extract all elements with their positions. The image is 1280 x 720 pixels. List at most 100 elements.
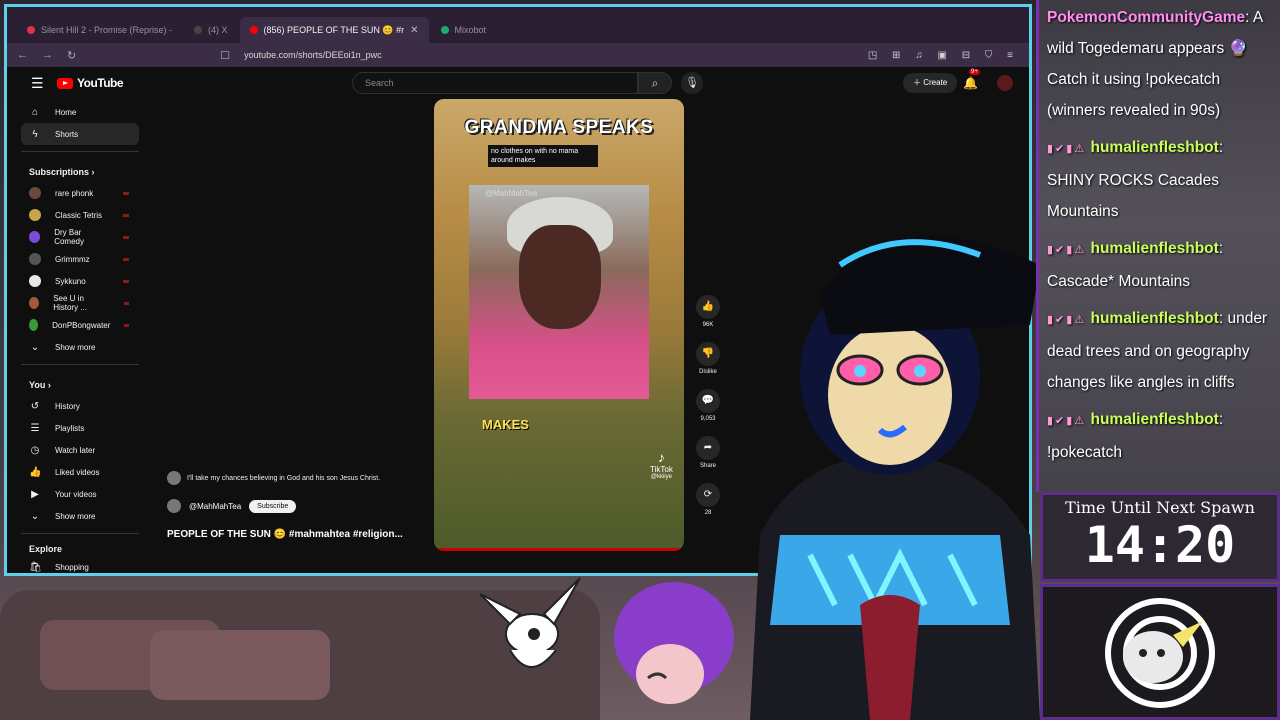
shorts-icon: ϟ xyxy=(32,128,38,140)
channel-name: Classic Tetris xyxy=(55,210,102,220)
video-inset-frame: @MahMahTea xyxy=(469,185,649,399)
youtube-sidebar: ⌂ Home ϟ Shorts Subscriptions › rare phonk… xyxy=(21,101,139,573)
channel-avatar xyxy=(29,253,41,265)
sidebar-item-history[interactable]: ↺ History xyxy=(21,395,139,417)
youtube-favicon-icon xyxy=(249,26,258,34)
sidebar-item-shorts[interactable]: ϟ Shorts xyxy=(21,123,139,145)
dislike-button[interactable]: 👎 Dislike xyxy=(693,342,723,375)
sidebar-item-home[interactable]: ⌂ Home xyxy=(21,101,139,123)
close-tab-icon[interactable]: ✕ xyxy=(410,25,418,36)
chat-message: ▮✔▮⚠ humalienfleshbot: Cascade* Mountain… xyxy=(1047,240,1224,290)
channel-avatar xyxy=(29,231,41,243)
menu-icon[interactable]: ☰ xyxy=(31,75,44,92)
sidebar-item-shopping[interactable]: 🛍 Shopping xyxy=(21,559,139,573)
channel-row: @MahMahTea Subscribe xyxy=(167,499,297,513)
extensions-icon[interactable]: ◳ ⊞ ♫ ▣ ⊟ ⛉ ≡ xyxy=(868,50,1019,61)
chat-message: PokemonCommunityGame: A wild Togedemaru … xyxy=(1047,9,1263,119)
subscriptions-heading[interactable]: Subscriptions › xyxy=(21,158,139,182)
comment-text: I'll take my chances believing in God an… xyxy=(187,474,381,482)
top-comment[interactable]: I'll take my chances believing in God an… xyxy=(167,471,380,485)
browser-tab[interactable]: (4) X xyxy=(184,17,238,43)
face-shape xyxy=(519,225,601,329)
dislike-icon: 👎 xyxy=(696,342,720,366)
sidebar-item-label: Your videos xyxy=(55,489,97,499)
live-indicator xyxy=(123,257,129,261)
channel-name: See U in History ... xyxy=(53,294,87,312)
sidebar-item-subscription[interactable]: Sykkuno xyxy=(21,270,139,292)
remix-button[interactable]: ⟳ 28 xyxy=(693,483,723,516)
chat-badges-icon: ▮✔▮⚠ xyxy=(1047,244,1087,256)
sidebar-item-label: Watch later xyxy=(55,445,96,455)
youtube-logo[interactable]: YouTube xyxy=(57,76,124,90)
bookmark-icon[interactable]: ☐ xyxy=(220,49,230,62)
remix-icon: ⟳ xyxy=(696,483,720,507)
dislike-label: Dislike xyxy=(699,369,717,375)
live-indicator xyxy=(123,279,129,283)
chat-badges-icon: ▮✔▮⚠ xyxy=(1047,314,1087,326)
share-icon: ➦ xyxy=(696,436,720,460)
channel-name: Sykkuno xyxy=(55,276,86,286)
account-avatar[interactable] xyxy=(997,75,1013,91)
comment-count: 9,053 xyxy=(700,416,716,422)
sidebar-item-playlists[interactable]: ☰ Playlists xyxy=(21,417,139,439)
subscribe-button[interactable]: Subscribe xyxy=(249,499,297,513)
tab-label: Mixobot xyxy=(454,25,487,35)
show-more-label: Show more xyxy=(55,342,96,352)
sidebar-item-label: Home xyxy=(55,107,77,117)
liked-videos-icon: 👍 xyxy=(29,466,42,478)
chat-username: humalienfleshbot xyxy=(1090,310,1219,327)
sidebar-item-subscription[interactable]: Grimmmz xyxy=(21,248,139,270)
video-title[interactable]: PEOPLE OF THE SUN 😊 #mahmahtea #religion… xyxy=(167,529,403,540)
pokemon-display xyxy=(1040,584,1280,720)
chat-username: humalienfleshbot xyxy=(1090,411,1219,428)
short-video-player[interactable]: GRANDMA SPEAKS no clothes on with no mam… xyxy=(434,99,684,551)
purple-hair-character xyxy=(614,582,734,704)
channel-avatar xyxy=(29,297,40,309)
remix-count: 28 xyxy=(704,510,712,516)
timer-value: 14:20 xyxy=(1084,516,1236,574)
sidebar-item-subscription[interactable]: DonPBongwater xyxy=(21,314,139,336)
tab-label: (4) X xyxy=(208,25,228,35)
notifications-bell-icon[interactable]: 🔔 xyxy=(963,76,978,90)
spawn-timer: Time Until Next Spawn 14:20 xyxy=(1040,492,1280,582)
youtube-masthead: ☰ YouTube Search ⌕ 🎙 ＋ Create 🔔 9+ xyxy=(7,67,1029,99)
channel-name: Grimmmz xyxy=(55,254,90,264)
sidebar-item-subscription[interactable]: Classic Tetris xyxy=(21,204,139,226)
sidebar-item-liked-videos[interactable]: 👍 Liked videos xyxy=(21,461,139,483)
show-more-button[interactable]: ⌄ Show more xyxy=(21,336,139,358)
share-button[interactable]: ➦ Share xyxy=(693,436,723,469)
url-field[interactable]: youtube.com/shorts/DEEoi1n_pwc xyxy=(244,50,854,60)
like-count: 96K xyxy=(702,322,714,328)
you-heading[interactable]: You › xyxy=(21,371,139,395)
comments-button[interactable]: 💬 9,053 xyxy=(693,389,723,422)
microphone-icon[interactable]: 🎙 xyxy=(681,72,703,94)
reload-icon[interactable]: ↻ xyxy=(67,49,76,62)
sidebar-item-label: History xyxy=(55,401,80,411)
timer-label: Time Until Next Spawn xyxy=(1065,498,1255,517)
create-button[interactable]: ＋ Create xyxy=(903,73,958,93)
divider xyxy=(21,533,139,534)
channel-avatar[interactable] xyxy=(167,499,181,513)
chevron-down-icon: ⌄ xyxy=(30,341,40,353)
show-more-button[interactable]: ⌄ Show more xyxy=(21,505,139,527)
like-button[interactable]: 👍 96K xyxy=(693,295,723,328)
sidebar-item-subscription[interactable]: Dry Bar Comedy xyxy=(21,226,139,248)
search-input[interactable]: Search xyxy=(352,72,638,94)
browser-tab-active[interactable]: (856) PEOPLE OF THE SUN 😊 #r ✕ xyxy=(239,17,429,43)
sidebar-item-your-videos[interactable]: ▶ Your videos xyxy=(21,483,139,505)
pokemon-portrait xyxy=(1105,598,1215,708)
browser-tab[interactable]: Silent Hill 2 - Promise (Reprise) - xyxy=(17,17,182,43)
chat-text: !pokecatch xyxy=(1047,444,1122,461)
back-icon[interactable]: ← xyxy=(17,49,28,61)
channel-name[interactable]: @MahMahTea xyxy=(189,502,241,511)
sidebar-item-subscription[interactable]: See U in History ... xyxy=(21,292,139,314)
forward-icon[interactable]: → xyxy=(42,49,53,61)
browser-tab[interactable]: Mixobot xyxy=(431,17,497,43)
search-icon[interactable]: ⌕ xyxy=(638,72,672,94)
sidebar-item-subscription[interactable]: rare phonk xyxy=(21,182,139,204)
sidebar-item-watch-later[interactable]: ◷ Watch later xyxy=(21,439,139,461)
channel-name: Dry Bar Comedy xyxy=(54,228,84,246)
channel-name: DonPBongwater xyxy=(52,320,111,330)
like-icon: 👍 xyxy=(696,295,720,319)
video-progress-bar[interactable] xyxy=(434,548,684,551)
